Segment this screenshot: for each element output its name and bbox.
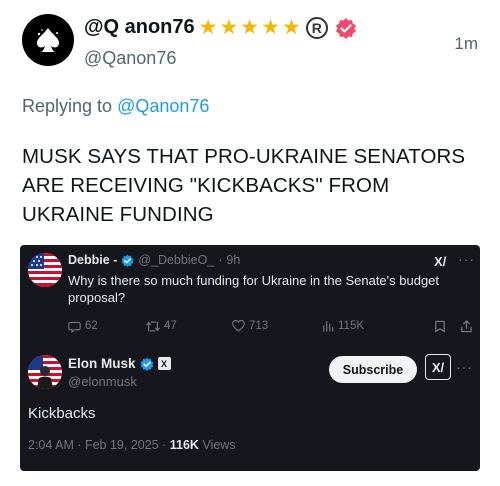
embedded-image[interactable]: Debbie - @_DebbieO_ · 9h X/ ··· Why is t…	[20, 245, 480, 471]
flag-portrait-icon	[28, 355, 62, 389]
us-flag-icon	[28, 253, 62, 287]
reply-display-name: Elon Musk	[68, 356, 136, 371]
post-time[interactable]: 1m	[454, 34, 478, 54]
like-count: 713	[249, 320, 269, 332]
display-name[interactable]: @Q anon76	[84, 16, 195, 39]
grok-icon: X/	[425, 354, 451, 380]
elon-avatar	[28, 355, 62, 389]
subscribe-button: Subscribe	[329, 356, 417, 383]
bookmark-icon	[435, 320, 445, 332]
repost-metric: 47	[146, 320, 232, 333]
spade-logo-icon	[37, 28, 59, 52]
star-icon: ★	[219, 15, 239, 39]
heart-icon	[232, 320, 245, 332]
bar-chart-icon	[323, 321, 334, 332]
reply-icon	[68, 321, 81, 333]
grok-icon: X/	[434, 254, 447, 269]
verified-badge-icon	[121, 254, 134, 267]
more-icon: ···	[456, 359, 473, 375]
more-icon: ···	[458, 251, 475, 267]
replying-handle-link[interactable]: @Qanon76	[117, 96, 209, 116]
quoted-time: 9h	[226, 253, 241, 267]
reply-meta: 2:04 AM · Feb 19, 2025 · 116K Views	[28, 438, 236, 452]
repost-icon	[146, 321, 160, 331]
quoted-text: Why is there so much funding for Ukraine…	[68, 273, 440, 305]
verified-badge-icon	[335, 17, 356, 39]
post-header: @Q anon76 ★ ★ ★ ★ ★ R @Qanon76 1m	[22, 14, 478, 74]
name-row: @Q anon76 ★ ★ ★ ★ ★ R	[84, 16, 357, 39]
reply-text: Kickbacks	[28, 405, 96, 422]
quoted-actions	[434, 319, 473, 333]
views-metric: 115K	[322, 320, 420, 332]
reply-count: 62	[85, 320, 98, 332]
quoted-handle: @_DebbieO_	[138, 253, 215, 267]
reply-views-label: Views	[202, 438, 236, 452]
star-icon: ★	[198, 15, 218, 39]
user-handle[interactable]: @Qanon76	[84, 48, 176, 69]
share-icon	[461, 319, 472, 332]
star-icon: ★	[261, 15, 280, 39]
star-icon: ★	[281, 15, 301, 39]
reply-metric: 62	[68, 320, 146, 333]
view-count: 115K	[338, 320, 365, 332]
post-text: MUSK SAYS THAT PRO-UKRAINE SENATORS ARE …	[22, 145, 466, 226]
debbie-avatar	[28, 253, 62, 287]
quoted-display-name: Debbie -	[68, 253, 118, 267]
repost-count: 47	[164, 320, 177, 332]
profile-avatar[interactable]	[22, 14, 74, 66]
quoted-metrics: 62 47 713 115K	[68, 317, 473, 335]
verified-badge-icon	[140, 357, 153, 371]
x-affiliate-icon: X	[157, 357, 171, 370]
replying-to: Replying to @Qanon76	[22, 96, 209, 117]
like-metric: 713	[232, 320, 322, 332]
reply-views-count: 116K	[169, 438, 199, 452]
quoted-user-line: Debbie - @_DebbieO_ · 9h	[68, 253, 240, 267]
separator-dot: ·	[218, 253, 223, 267]
reply-handle: @elonmusk	[68, 374, 137, 389]
replying-prefix: Replying to	[22, 96, 113, 116]
reply-user-line: Elon Musk X	[68, 356, 171, 371]
star-icon: ★	[240, 15, 260, 39]
reply-date: 2:04 AM · Feb 19, 2025 ·	[28, 438, 167, 452]
registered-mark-icon: R	[305, 16, 328, 39]
